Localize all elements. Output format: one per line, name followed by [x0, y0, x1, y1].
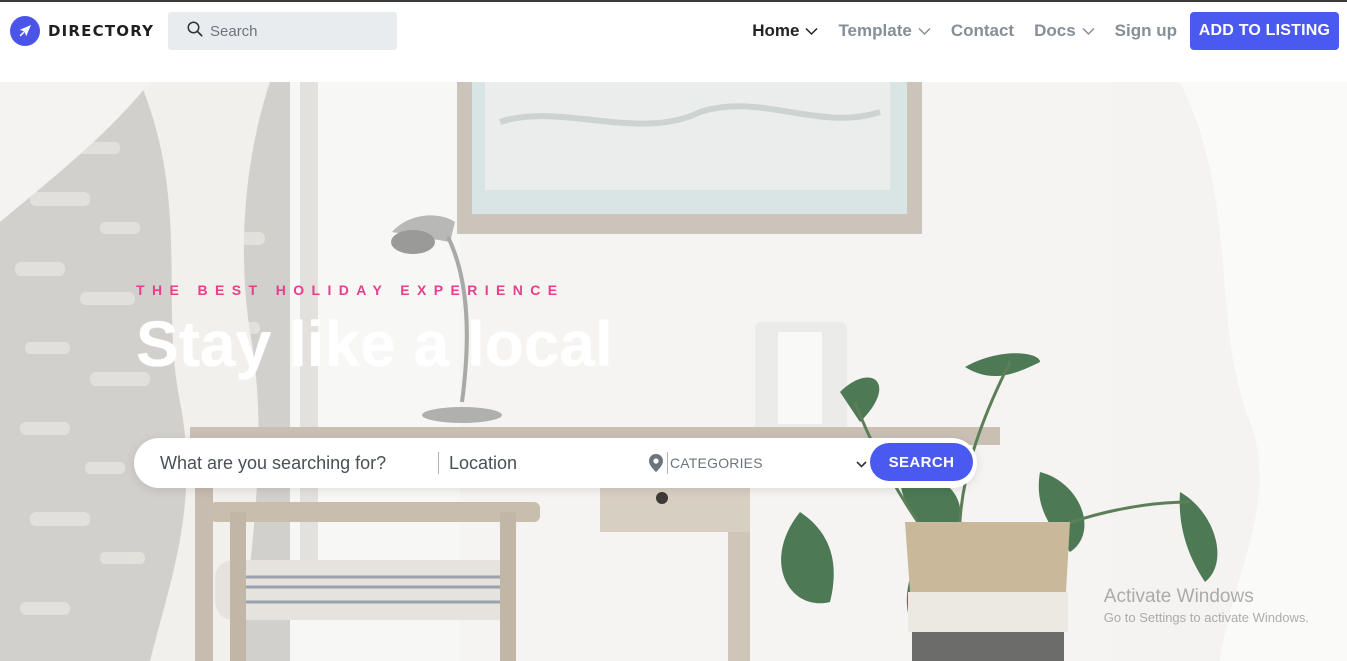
nav-menu: Home Template Contact Docs Sign up	[732, 12, 1177, 50]
add-to-listing-button[interactable]: ADD TO LISTING	[1190, 12, 1339, 50]
nav-item-label: Contact	[950, 21, 1015, 40]
navbar: DIRECTORY Home Template Contact Do	[0, 2, 1347, 82]
divider	[438, 452, 439, 474]
search-button[interactable]: SEARCH	[870, 443, 973, 481]
watermark-title: Activate Windows	[1103, 586, 1254, 607]
rocket-icon	[10, 16, 40, 46]
categories-select[interactable]: CATEGORIES	[670, 448, 866, 478]
map-pin-icon	[649, 454, 663, 472]
nav-item-template[interactable]: Template	[838, 21, 931, 41]
keyword-input[interactable]	[160, 452, 430, 474]
nav-item-docs[interactable]: Docs	[1034, 21, 1095, 41]
watermark-subtitle: Go to Settings to activate Windows.	[1103, 610, 1309, 625]
brand-name: DIRECTORY	[48, 22, 155, 40]
hero-kicker: THE BEST HOLIDAY EXPERIENCE	[136, 282, 565, 298]
search-input[interactable]	[210, 22, 390, 40]
nav-item-label: Template	[838, 21, 912, 40]
nav-item-label: Home	[752, 21, 800, 40]
search-icon	[186, 20, 204, 43]
divider	[667, 452, 668, 474]
hero-title: Stay like a local	[136, 308, 613, 380]
chevron-down-icon	[805, 27, 818, 36]
nav-item-label: Sign up	[1114, 21, 1177, 40]
nav-item-label: Docs	[1034, 21, 1076, 40]
nav-search[interactable]	[168, 12, 397, 50]
nav-item-signup[interactable]: Sign up	[1115, 21, 1177, 41]
hero-section: THE BEST HOLIDAY EXPERIENCE Stay like a …	[0, 82, 1347, 661]
brand[interactable]: DIRECTORY	[10, 16, 154, 46]
chevron-down-icon	[918, 27, 931, 36]
nav-item-home[interactable]: Home	[752, 21, 818, 41]
chevron-down-icon	[1082, 27, 1095, 36]
nav-item-contact[interactable]: Contact	[951, 21, 1014, 41]
hero-search-bar: CATEGORIES SEARCH	[134, 438, 977, 488]
hero-content: THE BEST HOLIDAY EXPERIENCE Stay like a …	[136, 282, 613, 376]
os-activation-watermark: Activate Windows Go to Settings to activ…	[1104, 586, 1309, 625]
location-input[interactable]	[449, 452, 645, 474]
